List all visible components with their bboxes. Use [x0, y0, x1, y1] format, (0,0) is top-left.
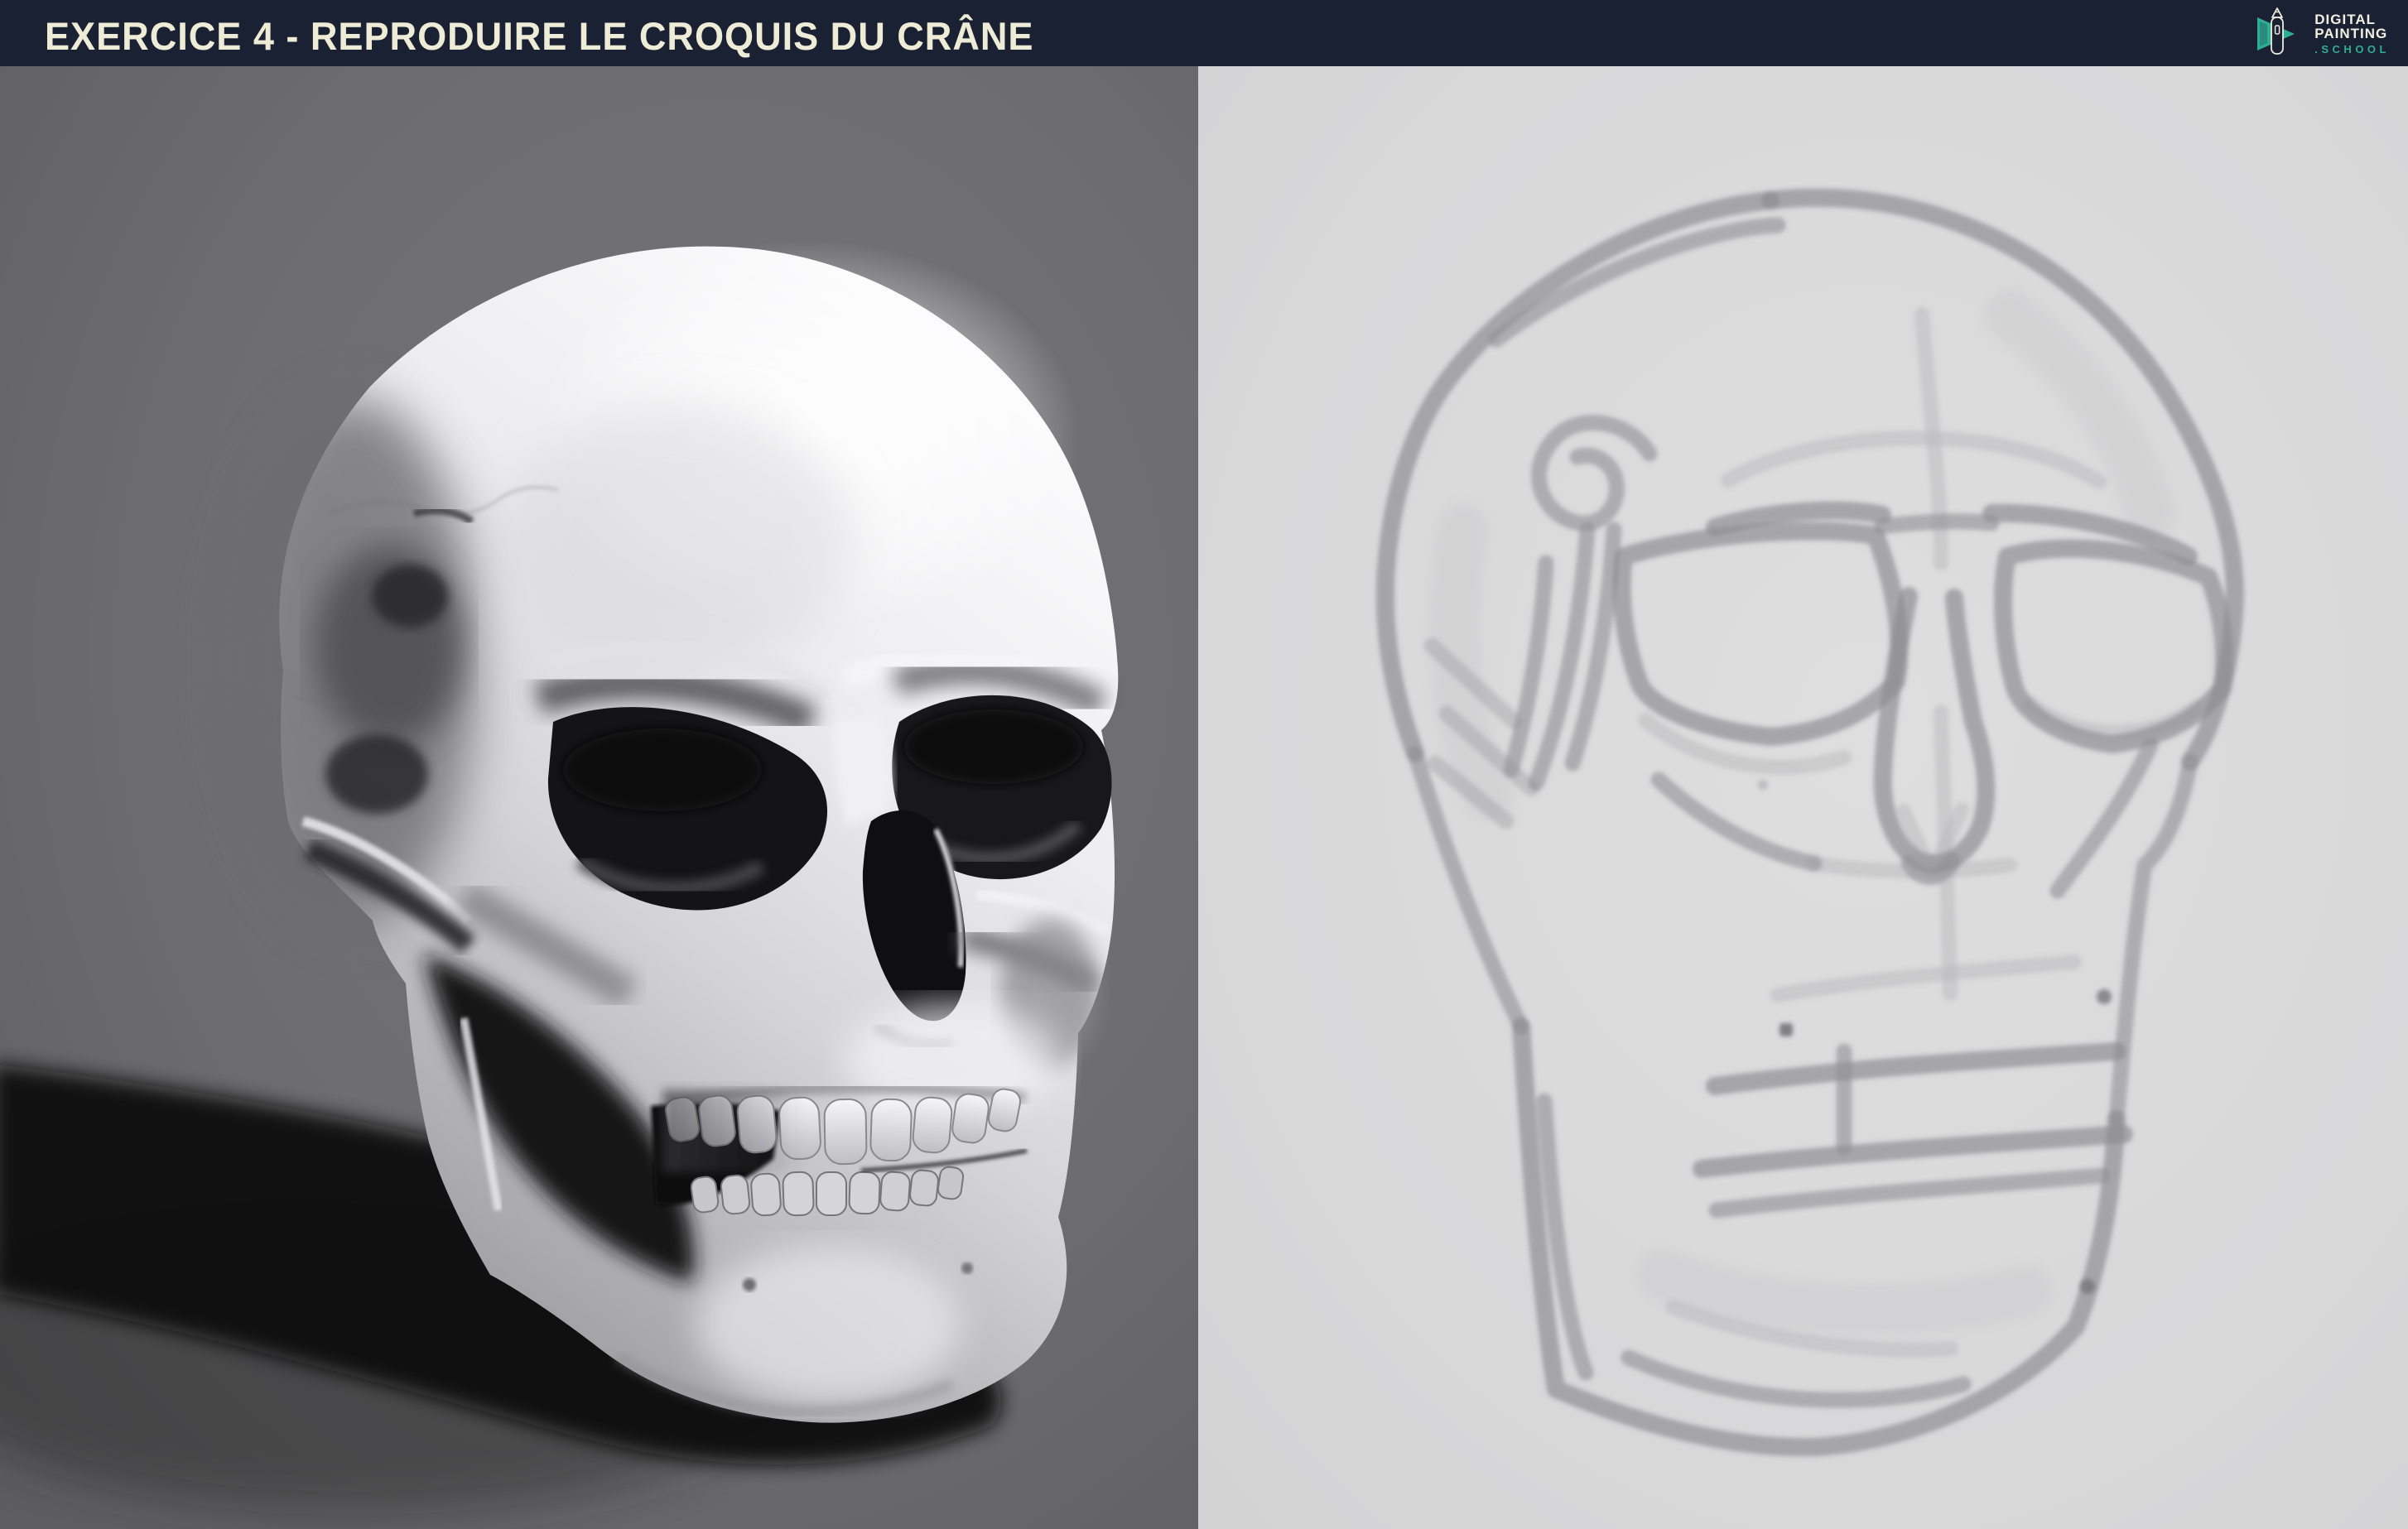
left-shadow-side [228, 397, 476, 927]
logo-line-school: .SCHOOL [2314, 42, 2390, 55]
page-title: EXERCICE 4 - REPRODUIRE LE CROQUIS DU CR… [45, 13, 1034, 58]
maxilla-highlight [845, 1002, 1060, 1118]
skull-render-panel [0, 66, 1198, 1529]
logo-line-digital: DIGITAL [2314, 11, 2376, 27]
logo: DIGITAL PAINTING .SCHOOL [2255, 7, 2390, 60]
chin-pit-left [743, 1278, 756, 1291]
teeth-left-shade [662, 1089, 803, 1172]
logo-stylus-icon [2271, 7, 2285, 55]
logo-line-painting: PAINTING [2314, 25, 2388, 41]
chin-pit-right [961, 1262, 973, 1274]
title-bar: EXERCICE 4 - REPRODUIRE LE CROQUIS DU CR… [0, 0, 2408, 66]
forehead-midtone [505, 406, 853, 671]
skull-3d-render [0, 66, 1198, 1529]
content-panels [0, 66, 2408, 1529]
exercise-slide: EXERCICE 4 - REPRODUIRE LE CROQUIS DU CR… [0, 0, 2408, 1529]
skull-sketch-panel [1198, 66, 2408, 1529]
logo-icon [2257, 7, 2295, 55]
skull-sketch [1198, 66, 2408, 1529]
logo-wordmark: DIGITAL PAINTING .SCHOOL [2314, 12, 2390, 55]
